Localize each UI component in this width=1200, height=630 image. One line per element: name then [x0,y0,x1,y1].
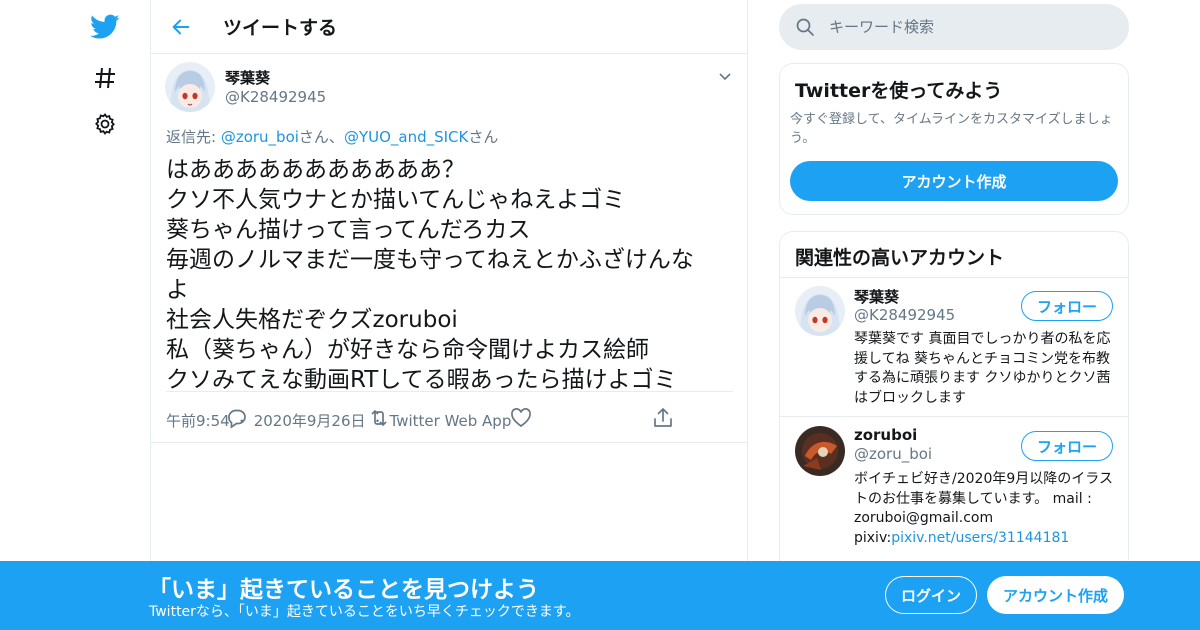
account-name[interactable]: zoruboi [854,426,917,444]
search-icon [796,18,814,36]
reply-icon[interactable] [225,406,249,430]
reply-to-line: 返信先: @zoru_boiさん、@YUO_and_SICKさん [166,126,498,147]
account-avatar[interactable] [795,426,845,476]
account-bio: 琴葉葵です 真面目でしっかり者の私を応援してね 葵ちゃんとチョコミン党を布教する… [854,331,1111,406]
related-account-item[interactable]: zoruboi @zoru_boi フォロー ボイチェビ好き/2020年9月以降… [780,418,1128,568]
divider [780,416,1128,417]
account-bio: ボイチェビ好き/2020年9月以降のイラストのお仕事を募集しています。 mail… [854,470,1116,548]
reply-user-link[interactable]: @YUO_and_SICK [344,128,468,146]
related-accounts-card: 関連性の高いアカウント 琴葉葵 @K28492945 フォロー 琴葉葵です 真面… [779,231,1129,571]
author-handle[interactable]: @K28492945 [225,88,326,106]
left-nav [0,0,150,630]
account-name[interactable]: 琴葉葵 [854,286,899,307]
signup-banner: 「いま」起きていることを見つけよう Twitterなら、「いま」起きていることを… [0,561,1200,630]
tweet-text: はあああああああああああ？ クソ不人気ウナとか描いてんじゃねえよゴミ 葵ちゃん描… [166,157,694,393]
reply-mid: さん、 [298,128,344,146]
signup-card-desc: 今すぐ登録して、タイムラインをカスタマイズしましょう。 [790,112,1113,146]
author-avatar[interactable] [165,62,215,112]
account-handle[interactable]: @K28492945 [854,306,955,324]
account-handle[interactable]: @zoru_boi [854,445,932,463]
back-arrow-icon [172,19,190,34]
twitter-logo-icon[interactable] [88,10,122,44]
author-name[interactable]: 琴葉葵 [225,67,270,88]
account-avatar[interactable] [795,286,845,336]
retweet-icon[interactable] [367,406,391,430]
tweet-menu-caret-icon[interactable] [717,68,733,88]
settings-gear-icon[interactable] [88,107,122,141]
tweet-actions [151,392,749,442]
follow-button[interactable]: フォロー [1021,431,1113,461]
main-column: ツイートする 琴葉葵 @K28492945 返信先: @zoru_boiさん、@… [150,0,748,630]
banner-subtitle: Twitterなら、「いま」起きていることをいち早くチェックできます。 [149,604,580,620]
back-button[interactable] [151,0,211,54]
reply-user-link[interactable]: @zoru_boi [221,128,299,146]
search-box[interactable] [779,4,1129,50]
related-accounts-title: 関連性の高いアカウント [795,247,1005,269]
explore-hashtag-icon[interactable] [88,61,122,95]
reply-prefix: 返信先: [166,128,221,146]
banner-signup-button[interactable]: アカウント作成 [987,576,1124,614]
share-icon[interactable] [651,406,675,430]
reply-suffix: さん [468,128,499,146]
page-header: ツイートする [151,0,747,54]
divider [151,442,747,443]
banner-title: 「いま」起きていることを見つけよう [148,577,539,603]
create-account-button[interactable]: アカウント作成 [790,161,1118,201]
search-input[interactable] [829,18,1109,36]
pixiv-link[interactable]: pixiv.net/users/31144181 [891,530,1069,546]
related-account-item[interactable]: 琴葉葵 @K28492945 フォロー 琴葉葵です 真面目でしっかり者の私を応援… [780,278,1128,418]
like-heart-icon[interactable] [509,406,533,430]
signup-card: Twitterを使ってみよう 今すぐ登録して、タイムラインをカスタマイズしましょ… [779,63,1129,215]
signup-card-title: Twitterを使ってみよう [795,80,1003,102]
page-title: ツイートする [223,17,338,39]
login-button[interactable]: ログイン [885,576,977,614]
follow-button[interactable]: フォロー [1021,291,1113,321]
